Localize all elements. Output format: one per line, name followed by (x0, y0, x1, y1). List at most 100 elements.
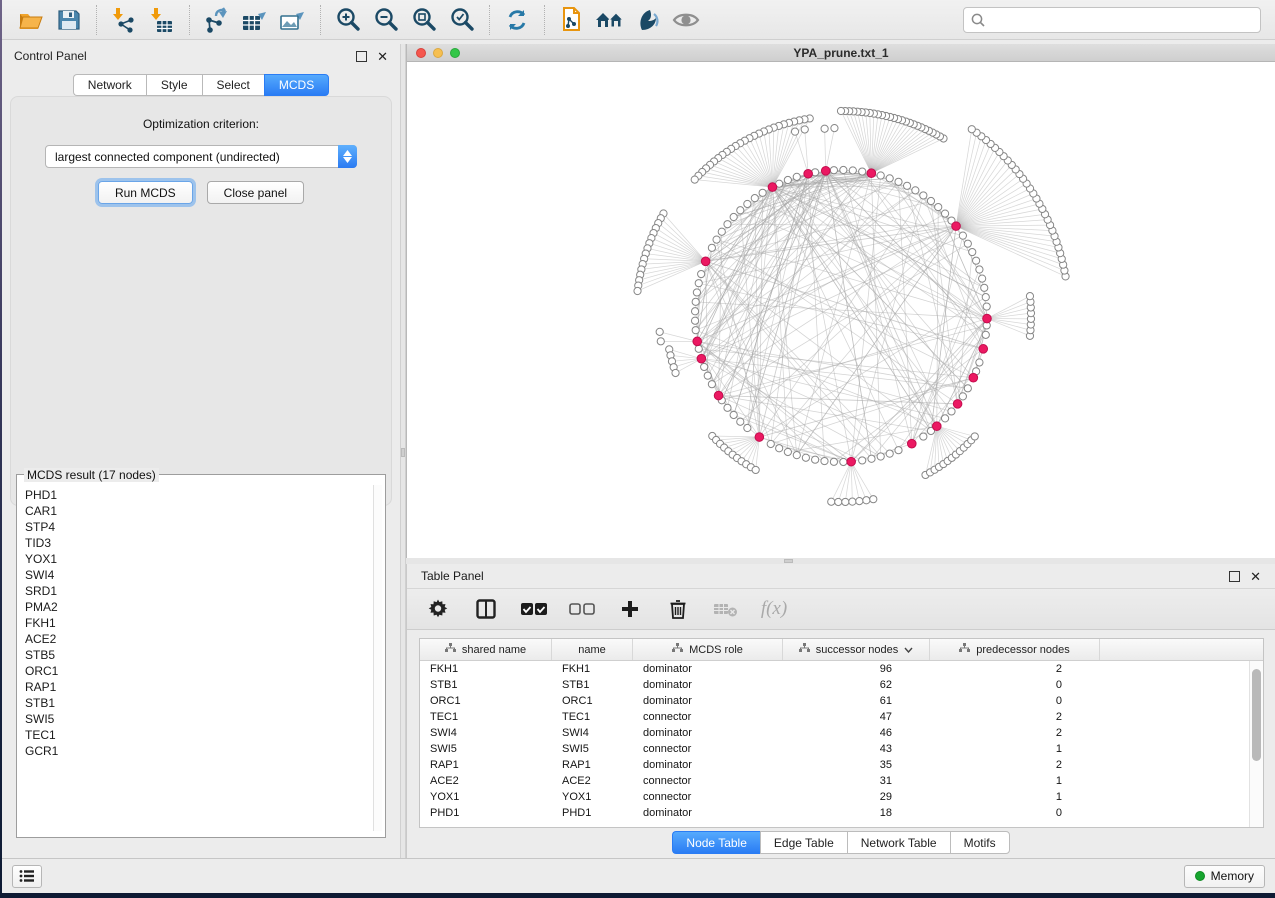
hide-selected-icon[interactable] (629, 4, 667, 36)
table-cell: 96 (783, 663, 930, 675)
apply-layout-icon[interactable] (498, 4, 536, 36)
node-table: shared namenameMCDS rolesuccessor nodesp… (419, 638, 1264, 828)
mcds-result-item[interactable]: ACE2 (23, 631, 371, 647)
table-cell: FKH1 (552, 663, 633, 675)
mcds-result-item[interactable]: GCR1 (23, 743, 371, 759)
tab-network[interactable]: Network (73, 74, 146, 96)
table-cell: SWI5 (552, 743, 633, 755)
export-image-icon[interactable] (274, 4, 312, 36)
run-mcds-button[interactable]: Run MCDS (98, 181, 193, 204)
open-session-icon[interactable] (12, 4, 50, 36)
table-row[interactable]: RAP1RAP1dominator352 (420, 757, 1249, 773)
search-box[interactable] (963, 7, 1261, 33)
zoom-out-icon[interactable] (367, 4, 405, 36)
window-close-icon[interactable] (416, 48, 426, 58)
column-header-name[interactable]: name (552, 639, 633, 660)
mcds-result-item[interactable]: TID3 (23, 535, 371, 551)
tab-mcds[interactable]: MCDS (264, 74, 329, 96)
tab-edge-table[interactable]: Edge Table (760, 831, 847, 854)
export-table-icon[interactable] (236, 4, 274, 36)
memory-button[interactable]: Memory (1184, 865, 1265, 888)
mcds-result-item[interactable]: STP4 (23, 519, 371, 535)
table-row[interactable]: TEC1TEC1connector472 (420, 709, 1249, 725)
zoom-fit-icon[interactable] (405, 4, 443, 36)
tab-network-table[interactable]: Network Table (847, 831, 950, 854)
select-all-icon[interactable] (521, 596, 547, 622)
column-header-successor-nodes[interactable]: successor nodes (783, 639, 930, 660)
gear-icon[interactable] (425, 596, 451, 622)
table-cell: STB1 (420, 679, 552, 691)
import-network-icon[interactable] (105, 4, 143, 36)
table-row[interactable]: SWI4SWI4dominator462 (420, 725, 1249, 741)
table-cell: 29 (783, 791, 930, 803)
mcds-list-scrollbar[interactable] (373, 485, 382, 831)
float-panel-icon[interactable] (356, 51, 367, 62)
horizontal-splitter-handle[interactable] (784, 559, 793, 563)
mcds-result-item[interactable]: YOX1 (23, 551, 371, 567)
mcds-result-item[interactable]: CAR1 (23, 503, 371, 519)
column-header-shared-name[interactable]: shared name (420, 639, 552, 660)
mcds-result-item[interactable]: TEC1 (23, 727, 371, 743)
deselect-all-icon[interactable] (569, 596, 595, 622)
memory-label: Memory (1211, 869, 1254, 883)
table-row[interactable]: STB1STB1dominator620 (420, 677, 1249, 693)
mcds-result-item[interactable]: RAP1 (23, 679, 371, 695)
export-network-icon[interactable] (198, 4, 236, 36)
table-cell: connector (633, 743, 783, 755)
table-row[interactable]: PHD1PHD1dominator180 (420, 805, 1249, 821)
control-panel-title: Control Panel (14, 49, 87, 63)
table-row[interactable]: YOX1YOX1connector291 (420, 789, 1249, 805)
table-cell: 2 (930, 727, 1100, 739)
table-row[interactable]: FKH1FKH1dominator962 (420, 661, 1249, 677)
mcds-result-item[interactable]: STB5 (23, 647, 371, 663)
mcds-result-item[interactable]: ORC1 (23, 663, 371, 679)
add-column-icon[interactable] (617, 596, 643, 622)
table-cell: 43 (783, 743, 930, 755)
table-scrollbar-thumb[interactable] (1252, 669, 1261, 761)
window-minimize-icon[interactable] (433, 48, 443, 58)
tab-style[interactable]: Style (146, 74, 202, 96)
close-table-panel-icon[interactable]: ✕ (1250, 571, 1261, 582)
network-window-titlebar[interactable]: YPA_prune.txt_1 (407, 44, 1275, 62)
first-neighbors-icon[interactable] (591, 4, 629, 36)
window-maximize-icon[interactable] (450, 48, 460, 58)
split-columns-icon[interactable] (473, 596, 499, 622)
column-tree-icon (799, 643, 810, 656)
mcds-result-item[interactable]: SRD1 (23, 583, 371, 599)
vertical-splitter-handle[interactable] (401, 448, 405, 457)
float-table-panel-icon[interactable] (1229, 571, 1240, 582)
table-row[interactable]: SWI5SWI5connector431 (420, 741, 1249, 757)
table-scrollbar[interactable] (1249, 661, 1263, 827)
mcds-result-item[interactable]: PHD1 (23, 487, 371, 503)
table-row[interactable]: ACE2ACE2connector311 (420, 773, 1249, 789)
zoom-selected-icon[interactable] (443, 4, 481, 36)
mcds-result-item[interactable]: SWI4 (23, 567, 371, 583)
log-console-button[interactable] (12, 865, 42, 888)
table-cell: 47 (783, 711, 930, 723)
close-panel-icon[interactable]: ✕ (377, 51, 388, 62)
column-header-MCDS-role[interactable]: MCDS role (633, 639, 783, 660)
tab-node-table[interactable]: Node Table (672, 831, 760, 854)
tab-select[interactable]: Select (202, 74, 264, 96)
search-input[interactable] (986, 10, 1254, 30)
table-cell: ORC1 (420, 695, 552, 707)
delete-icon[interactable] (665, 596, 691, 622)
tab-motifs[interactable]: Motifs (950, 831, 1010, 854)
network-canvas[interactable] (407, 62, 1274, 557)
zoom-in-icon[interactable] (329, 4, 367, 36)
toolbar-separator (489, 5, 490, 35)
table-panel-titlebar: Table Panel ✕ (407, 564, 1275, 588)
table-row[interactable]: ORC1ORC1dominator610 (420, 693, 1249, 709)
criterion-dropdown[interactable]: largest connected component (undirected) (45, 145, 357, 168)
import-table-icon[interactable] (143, 4, 181, 36)
column-header-predecessor-nodes[interactable]: predecessor nodes (930, 639, 1100, 660)
delete-table-icon (713, 596, 739, 622)
mcds-result-item[interactable]: STB1 (23, 695, 371, 711)
save-session-icon[interactable] (50, 4, 88, 36)
mcds-result-item[interactable]: PMA2 (23, 599, 371, 615)
close-panel-button[interactable]: Close panel (207, 181, 304, 204)
mcds-result-list[interactable]: PHD1CAR1STP4TID3YOX1SWI4SRD1PMA2FKH1ACE2… (23, 487, 371, 833)
mcds-result-item[interactable]: FKH1 (23, 615, 371, 631)
mcds-result-item[interactable]: SWI5 (23, 711, 371, 727)
new-network-icon[interactable] (553, 4, 591, 36)
